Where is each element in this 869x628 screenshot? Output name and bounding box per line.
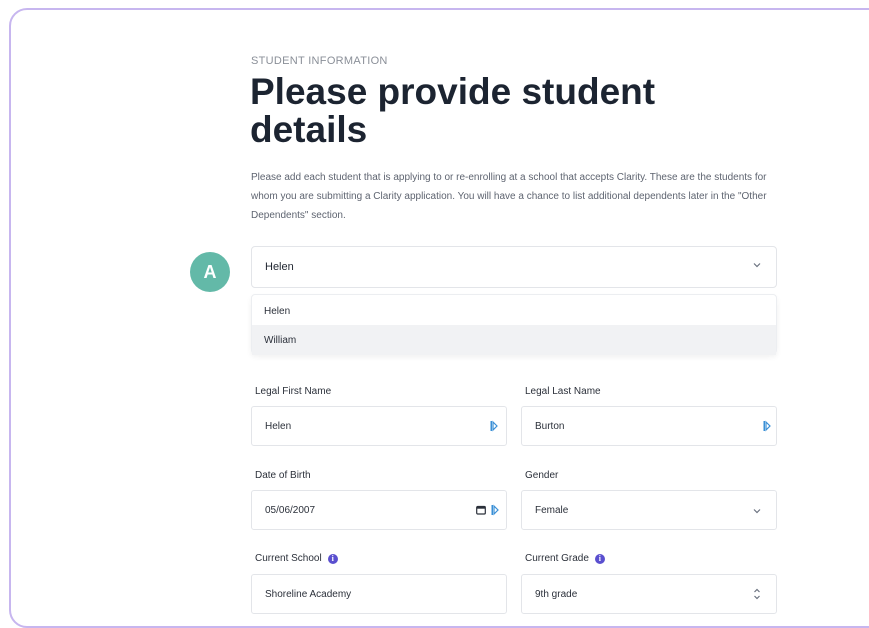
- info-icon[interactable]: i: [327, 554, 338, 565]
- chevron-down-icon: [753, 263, 761, 268]
- school-label: Current School i: [255, 553, 338, 565]
- dropdown-option-helen[interactable]: Helen: [252, 296, 776, 326]
- dob-label: Date of Birth: [255, 470, 311, 481]
- dob-field[interactable]: 05/06/2007: [251, 490, 507, 530]
- grade-select[interactable]: 9th grade: [521, 574, 777, 614]
- last-name-field[interactable]: Burton: [521, 406, 777, 446]
- school-label-text: Current School: [255, 553, 322, 564]
- chevron-down-icon: [753, 509, 761, 514]
- page-description: Please add each student that is applying…: [251, 172, 767, 221]
- gender-select[interactable]: Female: [521, 490, 777, 530]
- first-name-label: Legal First Name: [255, 386, 332, 397]
- dropdown-option-william[interactable]: William: [252, 325, 776, 355]
- first-name-field[interactable]: Helen: [251, 406, 507, 446]
- dob-value: 05/06/2007: [265, 505, 316, 516]
- gender-value: Female: [535, 505, 569, 516]
- student-select-value: Helen: [265, 261, 294, 273]
- last-name-label: Legal Last Name: [525, 386, 601, 397]
- student-select[interactable]: Helen: [251, 246, 777, 288]
- school-field[interactable]: Shoreline Academy: [251, 574, 507, 614]
- option-label: William: [264, 335, 297, 346]
- gender-label: Gender: [525, 470, 559, 481]
- autofill-icon[interactable]: [491, 504, 499, 516]
- autofill-icon[interactable]: [763, 420, 771, 432]
- autofill-icon[interactable]: [490, 420, 498, 432]
- first-name-value: Helen: [265, 421, 292, 432]
- student-dropdown-menu: Helen William: [251, 294, 777, 355]
- calendar-icon[interactable]: [476, 505, 486, 515]
- section-overline: STUDENT INFORMATION: [251, 55, 388, 67]
- school-value: Shoreline Academy: [265, 589, 352, 600]
- last-name-value: Burton: [535, 421, 565, 432]
- option-label: Helen: [264, 306, 291, 317]
- step-badge: A: [190, 252, 230, 292]
- grade-label-text: Current Grade: [525, 553, 589, 564]
- info-icon[interactable]: i: [594, 554, 605, 565]
- page-title: Please provide student details: [250, 71, 656, 150]
- chevron-up-down-icon: [754, 588, 760, 600]
- grade-value: 9th grade: [535, 589, 578, 600]
- grade-label: Current Grade i: [525, 553, 605, 565]
